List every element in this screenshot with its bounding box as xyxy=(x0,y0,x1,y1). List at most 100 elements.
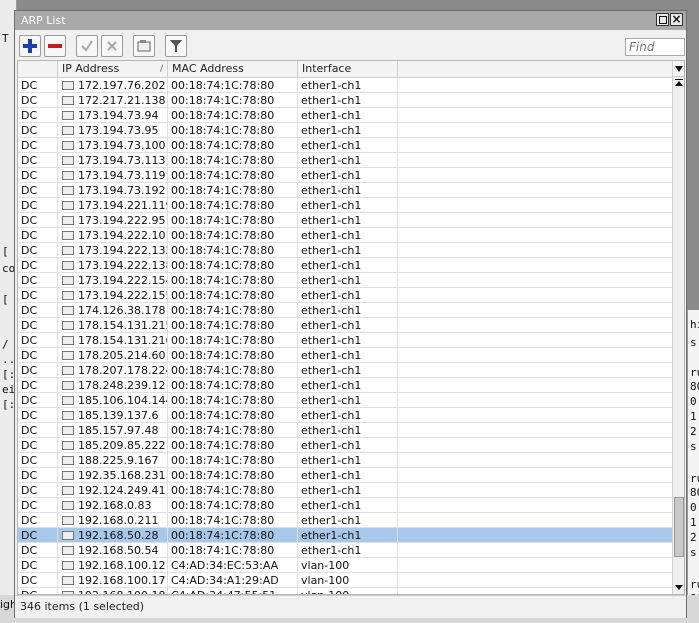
column-interface[interactable]: Interface xyxy=(298,61,398,77)
row-interface: ether1-ch1 xyxy=(298,543,398,557)
table-row[interactable]: DC 178.205.214.60 00:18:74:1C:78:80 ether1-… xyxy=(18,348,672,363)
row-flags: DC xyxy=(18,543,58,557)
status-bar: 346 items (1 selected) xyxy=(15,595,686,618)
scroll-top-icon[interactable] xyxy=(675,79,683,80)
comment-button[interactable] xyxy=(133,35,155,57)
table-row[interactable]: DC 178.154.131.216 00:18:74:1C:78:80 ether1… xyxy=(18,333,672,348)
table-row[interactable]: DC 192.168.0.83 00:18:74:1C:78:80 ether1-ch… xyxy=(18,498,672,513)
table-row[interactable]: DC 173.194.73.100 00:18:74:1C:78:80 ether1-… xyxy=(18,138,672,153)
row-mac-address: C4:AD:34:EC:53:AA xyxy=(168,558,298,572)
table-row[interactable]: DC 173.194.221.119 00:18:74:1C:78:80 ether1… xyxy=(18,198,672,213)
title-bar[interactable]: ARP List × xyxy=(15,11,686,30)
find-input[interactable] xyxy=(626,39,686,55)
table-row[interactable]: DC 174.126.38.178 00:18:74:1C:78:80 ether1-… xyxy=(18,303,672,318)
table-row[interactable]: DC 172.197.76.202 00:18:74:1C:78:80 ether1-… xyxy=(18,78,672,93)
table-row[interactable]: DC 178.207.178.224 00:18:74:1C:78:80 ether1… xyxy=(18,363,672,378)
arp-entry-icon xyxy=(62,515,74,525)
row-ip-address: 173.194.73.113 xyxy=(58,153,168,167)
arp-entry-icon xyxy=(62,530,74,540)
vertical-scrollbar[interactable] xyxy=(672,77,684,594)
table-row[interactable]: DC 185.139.137.6 00:18:74:1C:78:80 ether1-c… xyxy=(18,408,672,423)
table-row[interactable]: DC 185.157.97.48 00:18:74:1C:78:80 ether1-c… xyxy=(18,423,672,438)
row-ip-address: 192.168.100.18 xyxy=(58,588,168,594)
row-flags: DC xyxy=(18,453,58,467)
disable-button[interactable] xyxy=(101,35,123,57)
table-row[interactable]: DC 192.168.0.211 00:18:74:1C:78:80 ether1-c… xyxy=(18,513,672,528)
background-left-text: T xyxy=(2,32,9,45)
table-row[interactable]: DC 173.194.222.132 00:18:74:1C:78:80 ether1… xyxy=(18,243,672,258)
close-button[interactable]: × xyxy=(670,13,683,26)
enable-icon xyxy=(81,40,93,52)
table-row[interactable]: DC 173.194.73.94 00:18:74:1C:78:80 ether1-c… xyxy=(18,108,672,123)
table-row[interactable]: DC 192.168.100.17 C4:AD:34:A1:29:AD vlan-10… xyxy=(18,573,672,588)
table-row[interactable]: DC 192.168.50.54 00:18:74:1C:78:80 ether1-c… xyxy=(18,543,672,558)
table-row[interactable]: DC 188.225.9.167 00:18:74:1C:78:80 ether1-c… xyxy=(18,453,672,468)
row-interface: ether1-ch1 xyxy=(298,393,398,407)
enable-button[interactable] xyxy=(76,35,98,57)
row-mac-address: 00:18:74:1C:78:80 xyxy=(168,243,298,257)
table-row[interactable]: DC 173.194.222.138 00:18:74:1C:78:80 ether1… xyxy=(18,258,672,273)
row-flags: DC xyxy=(18,423,58,437)
row-ip-address: 192.168.0.211 xyxy=(58,513,168,527)
row-mac-address: 00:18:74:1C:78:80 xyxy=(168,198,298,212)
maximize-icon[interactable] xyxy=(656,13,669,26)
table-row[interactable]: DC 173.194.73.113 00:18:74:1C:78:80 ether1-… xyxy=(18,153,672,168)
row-mac-address: 00:18:74:1C:78:80 xyxy=(168,123,298,137)
row-mac-address: 00:18:74:1C:78:80 xyxy=(168,438,298,452)
scroll-down-icon[interactable] xyxy=(675,585,683,590)
background-right-text: 80 xyxy=(690,486,699,499)
table-row[interactable]: DC192.168.100.18C4:AD:34:47:55:51vlan-10… xyxy=(18,588,672,594)
table-row[interactable]: DC 192.168.100.12 C4:AD:34:EC:53:AA vlan-10… xyxy=(18,558,672,573)
table-row[interactable]: DC 173.194.222.155 00:18:74:1C:78:80 ether1… xyxy=(18,288,672,303)
row-flags: DC xyxy=(18,168,58,182)
row-ip-address: 192.168.100.17 xyxy=(58,573,168,587)
row-ip-address: 173.194.73.94 xyxy=(58,108,168,122)
row-ip-text: 192.168.50.54 xyxy=(78,544,159,557)
table-row[interactable]: DC 185.209.85.222 00:18:74:1C:78:80 ether1-… xyxy=(18,438,672,453)
row-ip-address: 192.168.0.83 xyxy=(58,498,168,512)
table-row[interactable]: DC 172.217.21.138 00:18:74:1C:78:80 ether1-… xyxy=(18,93,672,108)
table-row[interactable]: DC 192.168.50.28 00:18:74:1C:78:80 ether1-c… xyxy=(18,528,672,543)
table-row[interactable]: DC 173.194.222.101 00:18:74:1C:78:80 ether1… xyxy=(18,228,672,243)
row-flags: DC xyxy=(18,318,58,332)
table-row[interactable]: DC 192.124.249.41 00:18:74:1C:78:80 ether1-… xyxy=(18,483,672,498)
row-interface: ether1-ch1 xyxy=(298,513,398,527)
arp-entry-icon xyxy=(62,380,74,390)
row-mac-address: C4:AD:34:A1:29:AD xyxy=(168,573,298,587)
table-row[interactable]: DC 173.194.73.192 00:18:74:1C:78:80 ether1-… xyxy=(18,183,672,198)
row-ip-text: 173.194.73.95 xyxy=(78,124,159,137)
row-flags: DC xyxy=(18,303,58,317)
column-ip-address[interactable]: IP Address / xyxy=(58,61,168,77)
table-row[interactable]: DC 173.194.222.95 00:18:74:1C:78:80 ether1-… xyxy=(18,213,672,228)
table-row[interactable]: DC 178.154.131.215 00:18:74:1C:78:80 ether1… xyxy=(18,318,672,333)
arp-entry-icon xyxy=(62,485,74,495)
row-ip-text: 173.194.222.101 xyxy=(78,229,168,242)
column-flags[interactable] xyxy=(18,61,58,77)
row-mac-address: 00:18:74:1C:78:80 xyxy=(168,348,298,362)
row-ip-text: 178.154.131.215 xyxy=(78,319,168,332)
column-ip-address-label: IP Address xyxy=(62,62,120,75)
scroll-thumb[interactable] xyxy=(674,497,684,557)
table-row[interactable]: DC 173.194.73.95 00:18:74:1C:78:80 ether1-c… xyxy=(18,123,672,138)
table-row[interactable]: DC 173.194.73.119 00:18:74:1C:78:80 ether1-… xyxy=(18,168,672,183)
table-row[interactable]: DC 178.248.239.12 00:18:74:1C:78:80 ether1-… xyxy=(18,378,672,393)
column-mac-address[interactable]: MAC Address xyxy=(168,61,298,77)
row-flags: DC xyxy=(18,408,58,422)
scroll-up-icon[interactable] xyxy=(675,81,683,86)
row-interface: ether1-ch1 xyxy=(298,438,398,452)
row-mac-address: C4:AD:34:47:55:51 xyxy=(168,588,298,594)
add-button[interactable] xyxy=(19,35,41,57)
find-box[interactable] xyxy=(625,38,686,56)
row-flags: DC xyxy=(18,513,58,527)
table-row[interactable]: DC 185.106.104.144 00:18:74:1C:78:80 ether1… xyxy=(18,393,672,408)
status-text: 346 items (1 selected) xyxy=(20,600,145,613)
arp-entry-icon xyxy=(62,230,74,240)
filter-button[interactable] xyxy=(165,35,187,57)
column-menu-icon[interactable] xyxy=(672,61,684,77)
remove-button[interactable] xyxy=(44,35,66,57)
row-ip-address: 173.194.221.119 xyxy=(58,198,168,212)
row-ip-address: 173.194.222.154 xyxy=(58,273,168,287)
table-row[interactable]: DC 173.194.222.154 00:18:74:1C:78:80 ether1… xyxy=(18,273,672,288)
row-ip-address: 192.35.168.231 xyxy=(58,468,168,482)
table-row[interactable]: DC 192.35.168.231 00:18:74:1C:78:80 ether1-… xyxy=(18,468,672,483)
